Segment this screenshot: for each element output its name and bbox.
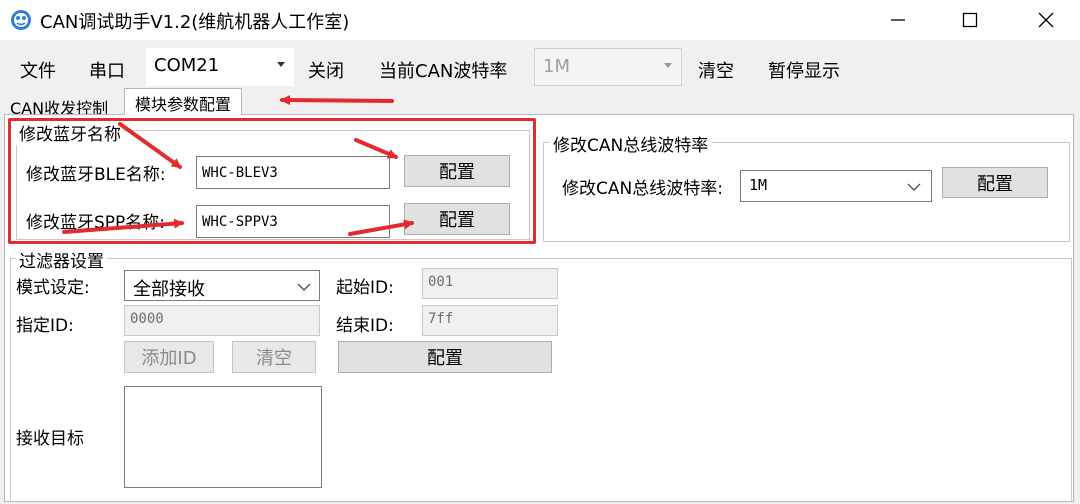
arrow-to-tab <box>280 95 394 106</box>
arrow-to-spp-button <box>348 219 414 236</box>
arrow-to-spp-input <box>62 218 184 234</box>
arrow-to-ble-button <box>354 138 398 159</box>
annotation-arrows <box>62 95 414 236</box>
arrow-to-ble-input <box>118 122 182 169</box>
